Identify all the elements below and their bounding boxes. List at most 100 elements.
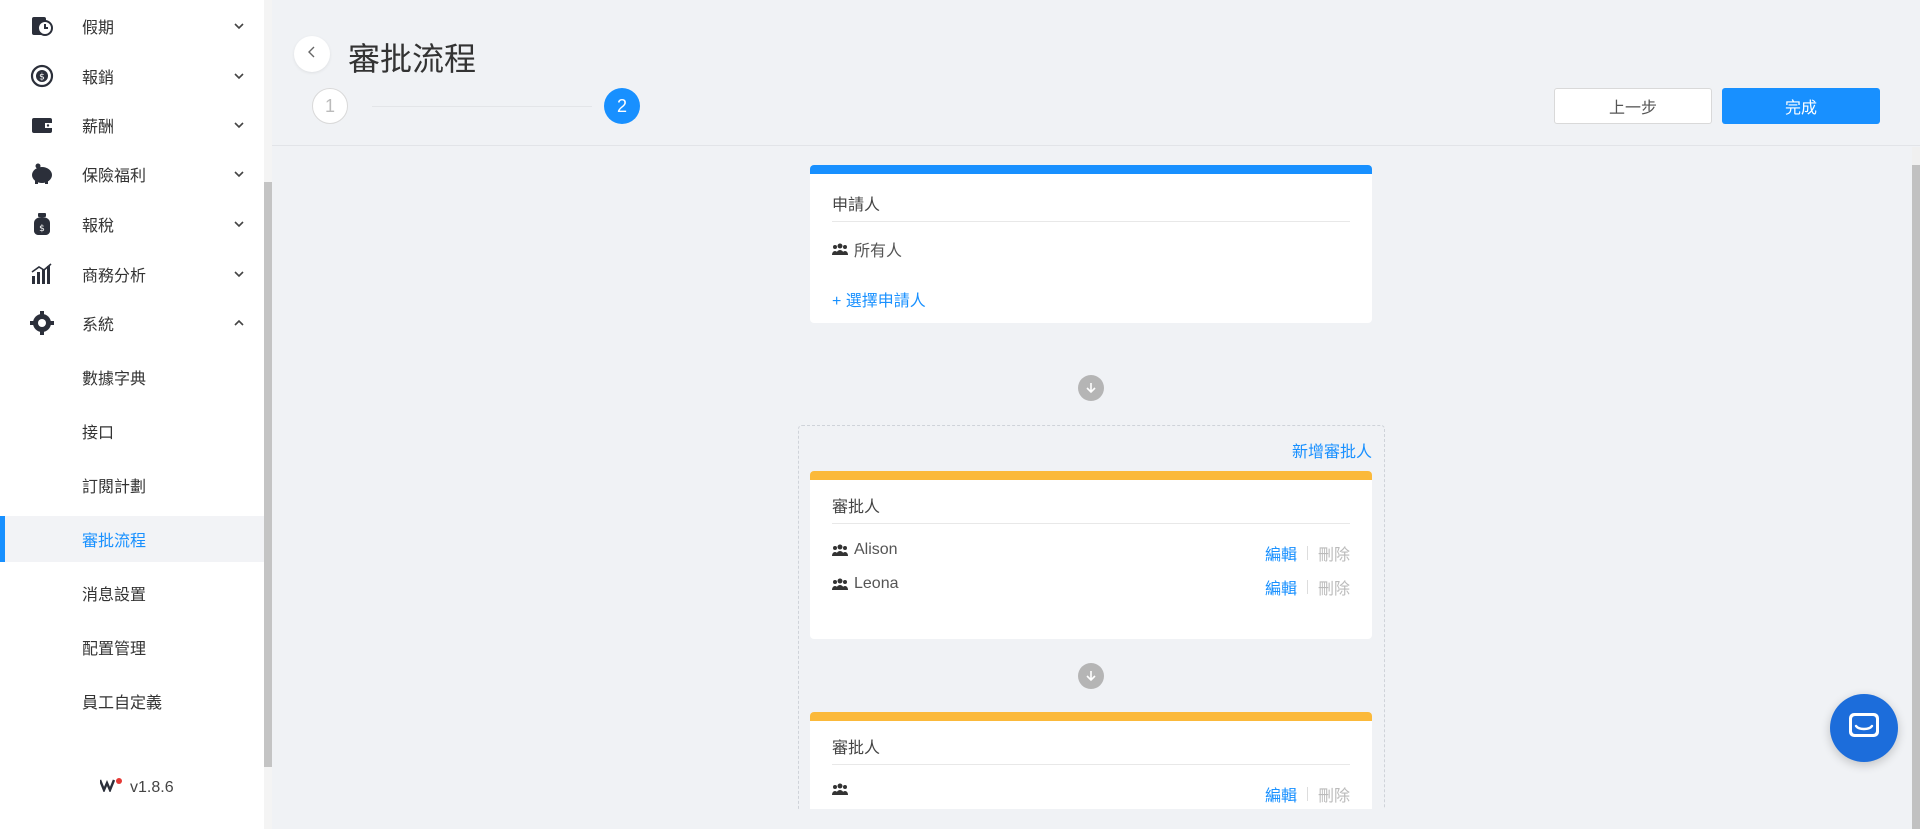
- previous-step-button[interactable]: 上一步: [1554, 88, 1712, 124]
- sidebar-subitem-label: 數據字典: [82, 371, 147, 388]
- approver-actions: 編輯 刪除: [1265, 575, 1350, 599]
- approver-actions: 編輯 刪除: [1265, 782, 1350, 806]
- page-title: 審批流程: [348, 41, 477, 77]
- applicant-card: 申請人 所有人 + 選擇申請人: [810, 165, 1372, 323]
- sidebar-subitem-subscription[interactable]: 訂閱計劃: [0, 462, 264, 508]
- main-scrollbar-thumb[interactable]: [1912, 165, 1920, 829]
- approver-name: Alison: [854, 541, 898, 558]
- approval-flow-canvas: 申請人 所有人 + 選擇申請人 新增審批人 審批人 Alison 編輯 刪除 L…: [272, 147, 1912, 809]
- sidebar-item-salary[interactable]: 薪酬: [0, 101, 264, 149]
- people-icon: [832, 782, 848, 796]
- card-accent-bar: [810, 165, 1372, 174]
- chevron-down-icon: [232, 267, 246, 281]
- card-title: 申請人: [832, 197, 881, 214]
- card-divider: [832, 764, 1350, 765]
- sidebar-item-label: 報稅: [82, 218, 115, 235]
- chevron-down-icon: [232, 167, 246, 181]
- people-icon: [832, 577, 848, 591]
- approver-card: 審批人 Alison 編輯 刪除 Leona 編輯 刪除: [810, 471, 1372, 639]
- chevron-up-icon: [232, 316, 246, 330]
- card-accent-bar: [810, 471, 1372, 480]
- delete-button[interactable]: 刪除: [1318, 782, 1350, 806]
- sidebar-item-label: 系統: [82, 317, 115, 334]
- chevron-down-icon: [232, 19, 246, 33]
- version-info: v1.8.6: [98, 778, 174, 797]
- wallet-icon: [28, 111, 56, 139]
- applicant-row: 所有人: [832, 237, 902, 261]
- sidebar-subitem-message-settings[interactable]: 消息設置: [0, 570, 264, 616]
- chat-support-button[interactable]: [1830, 694, 1898, 762]
- card-divider: [832, 523, 1350, 524]
- add-approver-link[interactable]: 新增審批人: [1292, 438, 1372, 462]
- chevron-down-icon: [232, 217, 246, 231]
- action-separator: [1306, 580, 1308, 594]
- chat-icon: [1847, 711, 1881, 746]
- chevron-left-icon: [305, 45, 319, 64]
- card-divider: [832, 221, 1350, 222]
- action-separator: [1306, 546, 1308, 560]
- approver-card: 審批人 編輯 刪除: [810, 712, 1372, 809]
- sidebar-subitem-label: 接口: [82, 425, 115, 442]
- sidebar-subitem-data-dictionary[interactable]: 數據字典: [0, 354, 264, 400]
- page-header: 審批流程 1 2 上一步 完成: [272, 0, 1920, 146]
- done-button[interactable]: 完成: [1722, 88, 1880, 124]
- delete-button[interactable]: 刪除: [1318, 575, 1350, 599]
- chevron-down-icon: [232, 118, 246, 132]
- svg-text:$: $: [39, 73, 45, 83]
- step-1[interactable]: 1: [312, 88, 348, 124]
- sidebar-item-label: 保險福利: [82, 168, 147, 185]
- sidebar: 假期 $ 報銷 薪酬 保險福利 $ 報稅 商務分析 系統 數據字典 接口 訂閱計…: [0, 0, 272, 829]
- arrow-down-icon: [1078, 663, 1104, 689]
- main-scrollbar[interactable]: [1912, 147, 1920, 829]
- version-label: v1.8.6: [130, 778, 174, 796]
- approver-row: Alison: [832, 541, 898, 559]
- sidebar-scrollbar[interactable]: [264, 0, 272, 829]
- card-title: 審批人: [832, 740, 881, 757]
- piggy-bank-icon: [28, 160, 56, 188]
- chevron-down-icon: [232, 69, 246, 83]
- approver-name: Leona: [854, 575, 899, 592]
- people-icon: [832, 242, 848, 256]
- back-button[interactable]: [294, 36, 330, 72]
- sidebar-item-leave[interactable]: 假期: [0, 2, 264, 50]
- sidebar-subitem-employee-custom[interactable]: 員工自定義: [0, 678, 264, 724]
- sidebar-subitem-interface[interactable]: 接口: [0, 408, 264, 454]
- select-applicant-link[interactable]: + 選擇申請人: [832, 287, 926, 311]
- sidebar-subitem-label: 訂閱計劃: [82, 479, 147, 496]
- sidebar-subitem-label: 消息設置: [82, 587, 147, 604]
- card-title: 審批人: [832, 499, 881, 516]
- sidebar-subitem-label: 員工自定義: [82, 695, 163, 712]
- edit-button[interactable]: 編輯: [1265, 541, 1297, 565]
- approver-row: Leona: [832, 575, 899, 593]
- approver-actions: 編輯 刪除: [1265, 541, 1350, 565]
- sidebar-item-reimbursement[interactable]: $ 報銷: [0, 52, 264, 100]
- sidebar-item-label: 報銷: [82, 70, 115, 87]
- money-bag-icon: $: [28, 210, 56, 238]
- sidebar-subitem-approval-flow[interactable]: 審批流程: [0, 516, 264, 562]
- edit-button[interactable]: 編輯: [1265, 782, 1297, 806]
- sidebar-item-analytics[interactable]: 商務分析: [0, 250, 264, 298]
- people-icon: [832, 543, 848, 557]
- gear-icon: [28, 309, 56, 337]
- action-separator: [1306, 787, 1308, 801]
- arrow-down-icon: [1078, 375, 1104, 401]
- calendar-clock-icon: [28, 12, 56, 40]
- sidebar-subitem-label: 審批流程: [82, 533, 147, 550]
- select-applicant-row: + 選擇申請人: [832, 287, 926, 311]
- sidebar-item-tax[interactable]: $ 報稅: [0, 200, 264, 248]
- edit-button[interactable]: 編輯: [1265, 575, 1297, 599]
- sidebar-subitem-config-management[interactable]: 配置管理: [0, 624, 264, 670]
- money-refresh-icon: $: [28, 62, 56, 90]
- applicant-name: 所有人: [854, 243, 903, 260]
- logo-icon: [98, 778, 122, 797]
- sidebar-subitem-label: 配置管理: [82, 641, 147, 658]
- step-connector: [372, 106, 592, 107]
- step-2[interactable]: 2: [604, 88, 640, 124]
- card-accent-bar: [810, 712, 1372, 721]
- sidebar-scrollbar-thumb[interactable]: [264, 182, 272, 767]
- approver-row: [832, 782, 854, 796]
- sidebar-item-system[interactable]: 系統: [0, 299, 264, 347]
- sidebar-item-insurance[interactable]: 保險福利: [0, 150, 264, 198]
- delete-button[interactable]: 刪除: [1318, 541, 1350, 565]
- sidebar-item-label: 薪酬: [82, 119, 115, 136]
